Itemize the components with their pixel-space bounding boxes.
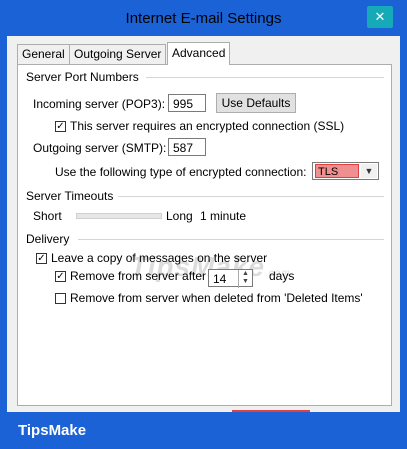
timeout-slider[interactable] [76, 213, 162, 219]
check-icon: ✓ [56, 121, 65, 132]
timeout-short-label: Short [33, 209, 62, 223]
settings-dialog: General Outgoing Server Advanced Server … [7, 36, 400, 412]
window-title: Internet E-mail Settings [125, 10, 282, 27]
incoming-port-input[interactable]: 995 [168, 94, 206, 112]
ssl-checkbox-label: This server requires an encrypted connec… [70, 119, 345, 133]
close-icon[interactable]: ✕ [367, 6, 393, 28]
ssl-checkbox[interactable]: ✓ [55, 121, 66, 132]
check-icon: ✓ [56, 271, 65, 282]
encryption-type-value: TLS [315, 164, 359, 178]
chevron-up-icon[interactable]: ▲ [239, 270, 252, 278]
divider [118, 196, 384, 197]
advanced-panel: Server Port Numbers Incoming server (POP… [17, 64, 392, 406]
check-icon: ✓ [37, 253, 46, 264]
outgoing-server-label: Outgoing server (SMTP): [33, 141, 167, 155]
section-delivery: Delivery [26, 232, 70, 246]
remove-deleted-label: Remove from server when deleted from 'De… [70, 291, 363, 305]
divider [78, 239, 384, 240]
remove-days-value: 14 [213, 272, 227, 286]
timeout-value: 1 minute [200, 209, 247, 223]
leave-copy-checkbox[interactable]: ✓ [36, 253, 47, 264]
title-bar: Internet E-mail Settings ✕ [0, 0, 407, 40]
leave-copy-label: Leave a copy of messages on the server [51, 251, 268, 265]
section-server-ports: Server Port Numbers [26, 70, 139, 84]
remove-days-spinner[interactable]: 14 ▲ ▼ [208, 269, 253, 288]
outgoing-port-input[interactable]: 587 [168, 138, 206, 156]
timeout-long-label: Long [166, 209, 193, 223]
tab-general[interactable]: General [17, 44, 70, 64]
encryption-type-select[interactable]: TLS ▼ [312, 162, 379, 180]
chevron-down-icon[interactable]: ▼ [239, 278, 252, 286]
tab-advanced[interactable]: Advanced [167, 42, 231, 65]
brand-bar: TipsMake [0, 412, 407, 449]
brand-logo-text: TipsMake [18, 422, 87, 439]
remove-deleted-checkbox[interactable] [55, 293, 66, 304]
section-server-timeouts: Server Timeouts [26, 189, 114, 203]
remove-after-checkbox[interactable]: ✓ [55, 271, 66, 282]
use-defaults-button[interactable]: Use Defaults [216, 93, 296, 113]
incoming-server-label: Incoming server (POP3): [33, 97, 166, 111]
spinner-buttons[interactable]: ▲ ▼ [238, 270, 252, 288]
remove-after-label: Remove from server after [70, 269, 207, 283]
days-label: days [269, 269, 295, 283]
divider [146, 77, 384, 78]
encryption-type-label: Use the following type of encrypted conn… [55, 165, 307, 179]
chevron-down-icon: ▼ [361, 164, 377, 178]
tab-outgoing-server[interactable]: Outgoing Server [69, 44, 167, 64]
